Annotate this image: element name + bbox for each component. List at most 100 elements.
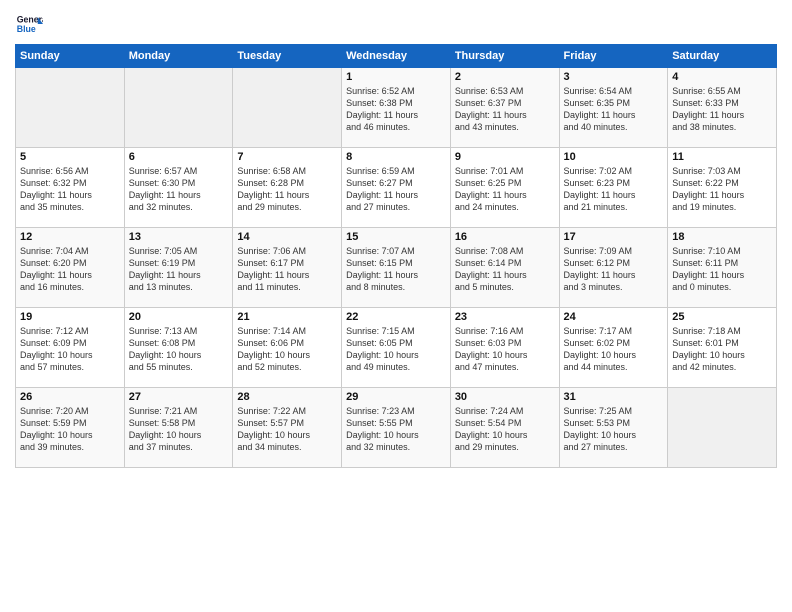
day-info-line: Daylight: 10 hours [455,349,555,361]
table-row: 16Sunrise: 7:08 AMSunset: 6:14 PMDayligh… [450,228,559,308]
day-info-line: and 16 minutes. [20,281,120,293]
table-row: 29Sunrise: 7:23 AMSunset: 5:55 PMDayligh… [342,388,451,468]
day-info-line: Sunrise: 7:09 AM [564,245,664,257]
day-number: 19 [20,311,120,323]
table-row: 12Sunrise: 7:04 AMSunset: 6:20 PMDayligh… [16,228,125,308]
table-row: 10Sunrise: 7:02 AMSunset: 6:23 PMDayligh… [559,148,668,228]
calendar-table: Sunday Monday Tuesday Wednesday Thursday… [15,44,777,468]
day-info-line: Daylight: 10 hours [564,349,664,361]
day-info-line: Sunset: 6:22 PM [672,177,772,189]
day-info-line: Daylight: 11 hours [237,189,337,201]
day-number: 5 [20,151,120,163]
day-info-line: Sunrise: 7:10 AM [672,245,772,257]
day-info-line: Daylight: 10 hours [455,429,555,441]
header-wednesday: Wednesday [342,45,451,68]
day-number: 8 [346,151,446,163]
header-thursday: Thursday [450,45,559,68]
day-info-line: Sunset: 6:25 PM [455,177,555,189]
day-info-line: Sunset: 6:35 PM [564,97,664,109]
day-info-line: and 21 minutes. [564,201,664,213]
day-info-line: Sunrise: 7:23 AM [346,405,446,417]
table-row: 23Sunrise: 7:16 AMSunset: 6:03 PMDayligh… [450,308,559,388]
day-info-line: and 27 minutes. [346,201,446,213]
table-row: 31Sunrise: 7:25 AMSunset: 5:53 PMDayligh… [559,388,668,468]
day-info-line: Sunset: 6:32 PM [20,177,120,189]
day-info-line: Daylight: 11 hours [346,269,446,281]
day-info-line: and 34 minutes. [237,441,337,453]
table-row: 7Sunrise: 6:58 AMSunset: 6:28 PMDaylight… [233,148,342,228]
day-info-line: and 5 minutes. [455,281,555,293]
day-info-line: Sunset: 6:30 PM [129,177,229,189]
day-info-line: Sunrise: 6:59 AM [346,165,446,177]
table-row [16,68,125,148]
day-info-line: Sunset: 5:57 PM [237,417,337,429]
day-number: 22 [346,311,446,323]
day-number: 16 [455,231,555,243]
calendar-body: 1 Sunrise: 6:52 AMSunset: 6:38 PM Daylight… [16,68,777,468]
table-row: 3Sunrise: 6:54 AMSunset: 6:35 PMDaylight… [559,68,668,148]
day-info-line: and 57 minutes. [20,361,120,373]
table-row: 28Sunrise: 7:22 AMSunset: 5:57 PMDayligh… [233,388,342,468]
day-info-line: and 24 minutes. [455,201,555,213]
table-row: 24Sunrise: 7:17 AMSunset: 6:02 PMDayligh… [559,308,668,388]
table-row [124,68,233,148]
day-info-line: Sunset: 6:05 PM [346,337,446,349]
day-info-line: Sunrise: 6:52 AM [346,85,446,97]
day-info-line: and 3 minutes. [564,281,664,293]
day-number: 14 [237,231,337,243]
day-info-line: Sunrise: 7:24 AM [455,405,555,417]
day-info-line: Sunrise: 7:17 AM [564,325,664,337]
day-info-line: and 39 minutes. [20,441,120,453]
day-info-line: Sunrise: 7:02 AM [564,165,664,177]
day-number: 27 [129,391,229,403]
day-info-line: and 11 minutes. [237,281,337,293]
day-info-line: Sunrise: 7:04 AM [20,245,120,257]
day-info-line: Sunset: 5:53 PM [564,417,664,429]
day-info-line: Sunset: 6:38 PM [346,97,446,109]
day-info-line: Daylight: 10 hours [672,349,772,361]
day-number: 28 [237,391,337,403]
day-info-line: and 49 minutes. [346,361,446,373]
page-container: General Blue Sunday Monday Tuesday Wedne… [0,0,792,473]
day-info-line: Daylight: 11 hours [564,269,664,281]
day-number: 10 [564,151,664,163]
day-number: 3 [564,71,664,83]
day-number: 29 [346,391,446,403]
day-number: 4 [672,71,772,83]
day-info-line: Sunset: 6:14 PM [455,257,555,269]
table-row: 21Sunrise: 7:14 AMSunset: 6:06 PMDayligh… [233,308,342,388]
header-monday: Monday [124,45,233,68]
day-info-line: Sunrise: 6:53 AM [455,85,555,97]
table-row: 4Sunrise: 6:55 AMSunset: 6:33 PMDaylight… [668,68,777,148]
table-row: 20Sunrise: 7:13 AMSunset: 6:08 PMDayligh… [124,308,233,388]
day-info-line: Sunrise: 6:55 AM [672,85,772,97]
table-row: 19Sunrise: 7:12 AMSunset: 6:09 PMDayligh… [16,308,125,388]
day-info-line: and 40 minutes. [564,121,664,133]
day-info-line: Daylight: 11 hours [20,269,120,281]
day-info-line: and 35 minutes. [20,201,120,213]
day-number: 30 [455,391,555,403]
day-info-line: Daylight: 10 hours [129,429,229,441]
day-number: 26 [20,391,120,403]
day-info-line: Sunrise: 7:01 AM [455,165,555,177]
day-info-line: and 44 minutes. [564,361,664,373]
day-info-line: Sunset: 6:23 PM [564,177,664,189]
day-info-line: Sunset: 5:58 PM [129,417,229,429]
table-row: 8Sunrise: 6:59 AMSunset: 6:27 PMDaylight… [342,148,451,228]
day-info-line: Sunrise: 7:03 AM [672,165,772,177]
day-number: 9 [455,151,555,163]
day-info-line: and 32 minutes. [129,201,229,213]
day-number: 7 [237,151,337,163]
day-number: 13 [129,231,229,243]
table-row: 2Sunrise: 6:53 AMSunset: 6:37 PMDaylight… [450,68,559,148]
day-info-line: Sunrise: 7:08 AM [455,245,555,257]
day-number: 1 [346,71,446,83]
day-info-line: and 42 minutes. [672,361,772,373]
svg-text:Blue: Blue [17,24,36,34]
day-info-line: and 43 minutes. [455,121,555,133]
day-number: 12 [20,231,120,243]
day-info-line: Daylight: 11 hours [672,109,772,121]
table-row [668,388,777,468]
calendar-header: Sunday Monday Tuesday Wednesday Thursday… [16,45,777,68]
day-info-line: Daylight: 11 hours [346,189,446,201]
